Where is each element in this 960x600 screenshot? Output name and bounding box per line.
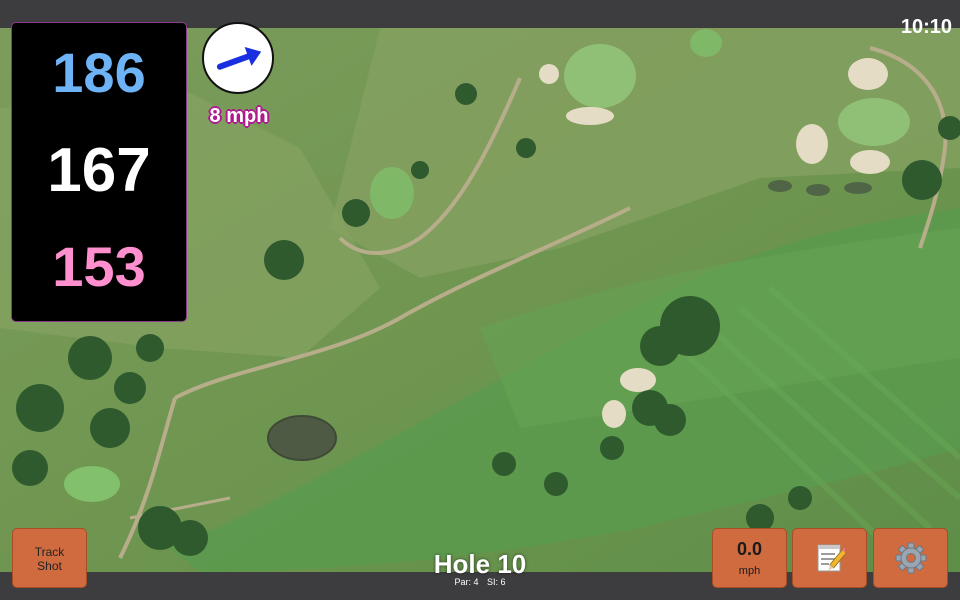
wind-speed-label: 8 mph — [209, 105, 269, 127]
distance-middle: 167 — [47, 136, 151, 205]
wind-speed-value: 0.0 — [736, 539, 763, 559]
hole-info: Par: 4 SI: 6 — [380, 577, 580, 588]
memo-icon — [817, 544, 845, 572]
hole-stroke-index: SI: 6 — [487, 577, 506, 587]
wind-speed-unit: mph — [738, 565, 761, 577]
hole-par: Par: 4 — [454, 577, 479, 587]
wind-speed-button[interactable]: 0.0 mph — [712, 528, 787, 588]
app-root: 10:10 186 167 153 8 mph Track Shot Hole … — [0, 0, 960, 600]
track-shot-button[interactable]: Track Shot — [12, 528, 87, 588]
settings-button[interactable] — [873, 528, 948, 588]
clock: 10:10 — [900, 16, 952, 38]
wind-direction-dial[interactable] — [202, 22, 274, 94]
track-shot-label: Track Shot — [34, 545, 65, 573]
arrow-icon — [216, 47, 262, 70]
distance-panel[interactable]: 186 167 153 — [11, 22, 187, 322]
distance-front: 153 — [52, 235, 146, 298]
scorecard-button[interactable] — [792, 528, 867, 588]
hole-title: Hole 10 — [433, 549, 527, 579]
distance-back: 186 — [52, 41, 146, 104]
gear-icon — [895, 542, 926, 574]
